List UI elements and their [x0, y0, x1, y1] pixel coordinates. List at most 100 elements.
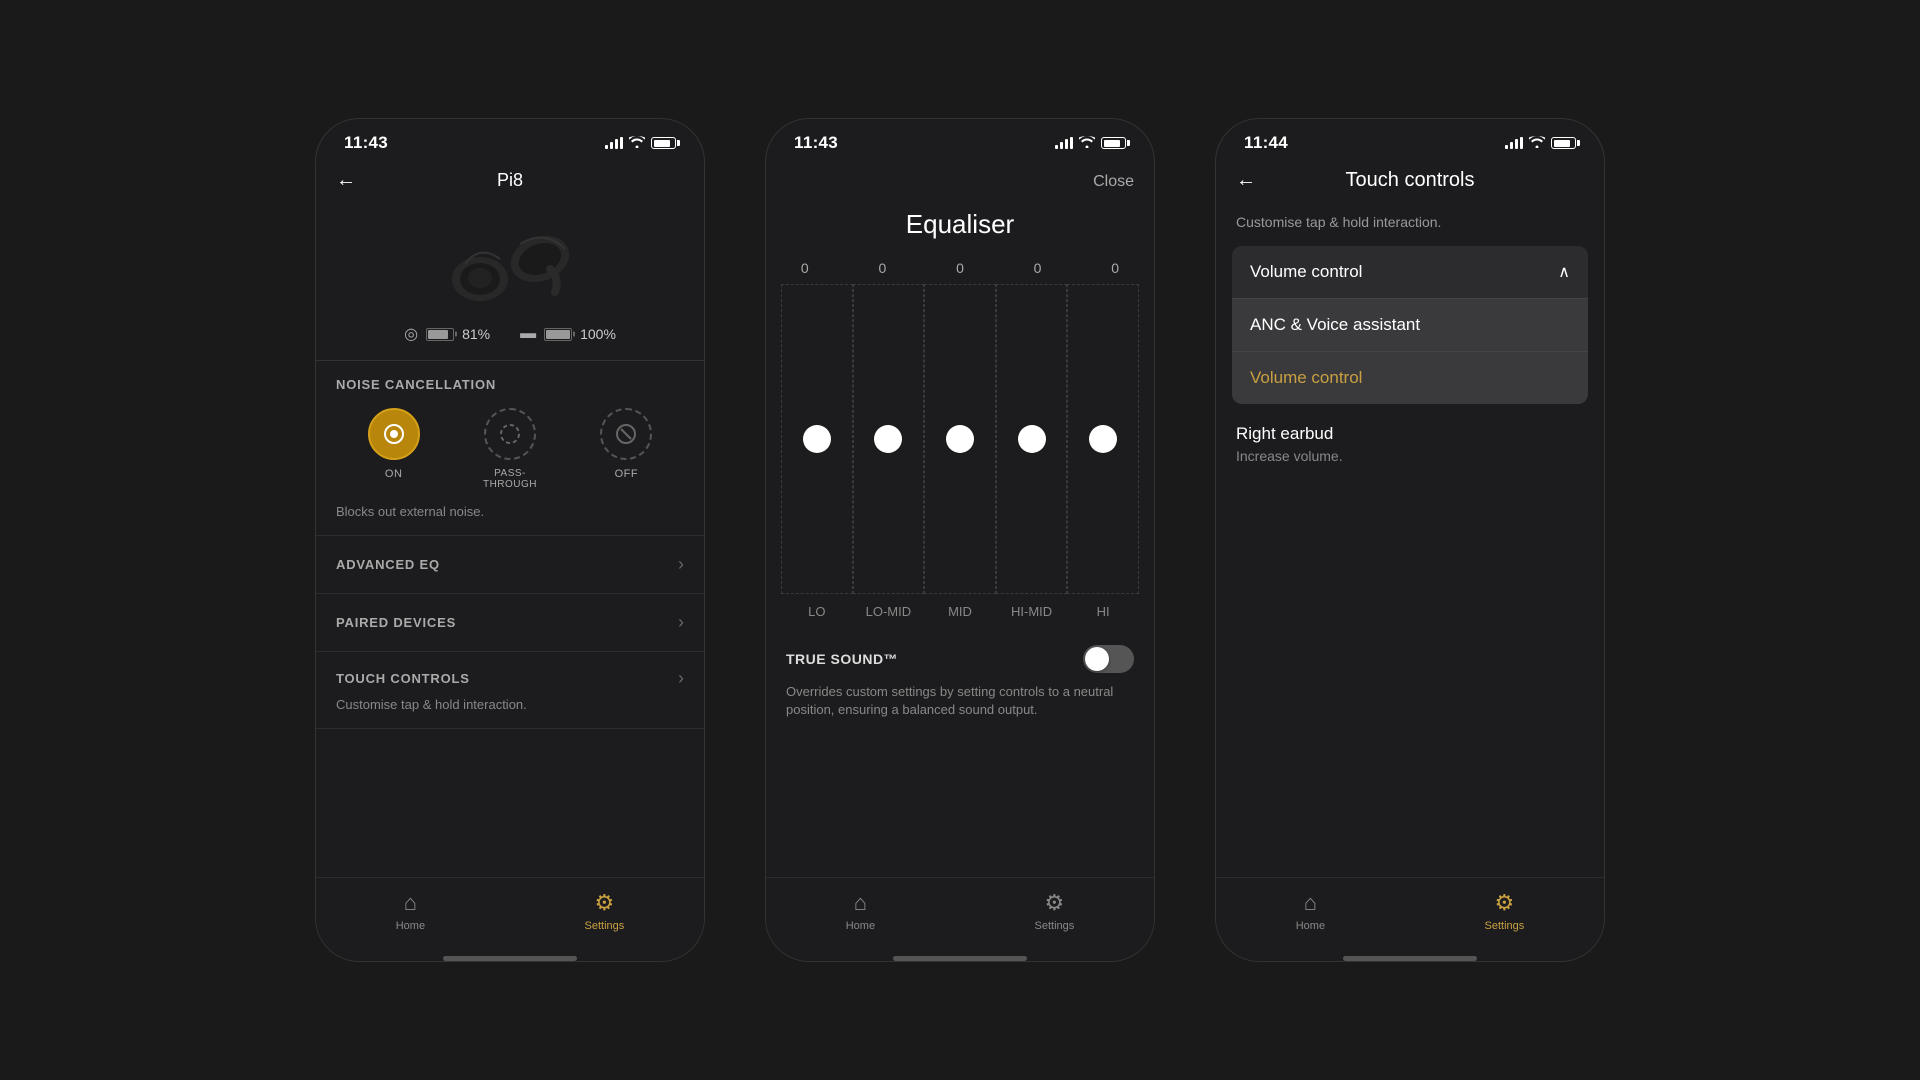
eq-handle-himid[interactable]: [1018, 425, 1046, 453]
tc-page-title: Touch controls: [1272, 169, 1548, 192]
toggle-knob: [1085, 647, 1109, 671]
eq-val-mid: 0: [935, 260, 985, 276]
home-icon-2: ⌂: [854, 890, 867, 916]
phone3-content: ← Touch controls Customise tap & hold in…: [1216, 161, 1604, 961]
nc-description: Blocks out external noise.: [336, 504, 684, 519]
eq-handle-lomid[interactable]: [874, 425, 902, 453]
phones-container: 11:43 ←: [0, 0, 1920, 1080]
touch-controls-desc: Customise tap & hold interaction.: [336, 697, 684, 712]
eq-grid: [781, 284, 1139, 594]
phone-2: 11:43 Clo: [765, 118, 1155, 962]
earbud-battery-bar: [426, 328, 454, 341]
touch-controls-row[interactable]: TOUCH CONTROLS › Customise tap & hold in…: [316, 652, 704, 729]
wifi-icon-3: [1529, 135, 1545, 151]
dropdown-selected-text: Volume control: [1250, 262, 1362, 282]
case-icon: ▬: [520, 325, 536, 343]
case-battery-bar: [544, 328, 572, 341]
eq-handle-mid[interactable]: [946, 425, 974, 453]
eq-col-himid: [996, 284, 1068, 594]
eq-col-hi: [1067, 284, 1139, 594]
earbuds-image: [316, 204, 704, 324]
eq-values-row: 0 0 0 0 0: [766, 260, 1154, 276]
phone2-content: Close Equaliser 0 0 0 0 0: [766, 161, 1154, 961]
status-bar-1: 11:43: [316, 119, 704, 161]
dropdown-option-volume[interactable]: Volume control: [1232, 352, 1588, 404]
wifi-icon-1: [629, 135, 645, 151]
settings-icon-3: ⚙: [1495, 890, 1515, 916]
paired-devices-chevron: ›: [678, 612, 684, 633]
home-label-3: Home: [1296, 920, 1325, 932]
phone1-content: ← Pi8: [316, 161, 704, 961]
dropdown-chevron-up: ∧: [1558, 262, 1570, 282]
bottom-nav-1: ⌂ Home ⚙ Settings: [316, 877, 704, 952]
earbud-battery: ◎ 81%: [404, 324, 490, 344]
nav-home-2[interactable]: ⌂ Home: [846, 890, 875, 932]
battery-icon-1: [651, 137, 676, 149]
eq-label-himid: HI-MID: [1007, 604, 1057, 619]
eq-col-lomid: [853, 284, 925, 594]
close-button[interactable]: Close: [1093, 173, 1134, 191]
eq-col-mid: [924, 284, 996, 594]
settings-label-1: Settings: [585, 920, 625, 932]
nc-on-icon: [368, 408, 420, 460]
dropdown-option-anc[interactable]: ANC & Voice assistant: [1232, 299, 1588, 352]
true-sound-row: TRUE SOUND™: [786, 645, 1134, 673]
home-label-1: Home: [396, 920, 425, 932]
nc-pass-icon: [484, 408, 536, 460]
true-sound-section: TRUE SOUND™ Overrides custom settings by…: [766, 629, 1154, 735]
nc-option-on[interactable]: ON: [368, 408, 420, 490]
earbud-icon: ◎: [404, 324, 418, 344]
eq-title: Equaliser: [766, 199, 1154, 260]
battery-icon-2: [1101, 137, 1126, 149]
nav-settings-2[interactable]: ⚙ Settings: [1035, 890, 1075, 932]
home-indicator-1: [443, 956, 577, 961]
wifi-icon-2: [1079, 135, 1095, 151]
status-icons-1: [605, 135, 676, 151]
signal-icon-1: [605, 137, 623, 149]
tc-subtitle: Customise tap & hold interaction.: [1216, 206, 1604, 246]
advanced-eq-chevron: ›: [678, 554, 684, 575]
nav-home-1[interactable]: ⌂ Home: [396, 890, 425, 932]
eq-handle-hi[interactable]: [1089, 425, 1117, 453]
nav-settings-1[interactable]: ⚙ Settings: [585, 890, 625, 932]
phone-3: 11:44 ←: [1215, 118, 1605, 962]
case-battery: ▬ 100%: [520, 324, 616, 344]
settings-icon-2: ⚙: [1045, 890, 1065, 916]
advanced-eq-row[interactable]: ADVANCED EQ ›: [316, 536, 704, 594]
touch-controls-chevron: ›: [678, 668, 684, 689]
dropdown-options: ANC & Voice assistant Volume control: [1232, 298, 1588, 404]
home-indicator-3: [1343, 956, 1477, 961]
settings-label-3: Settings: [1485, 920, 1525, 932]
true-sound-toggle[interactable]: [1083, 645, 1134, 673]
nc-options: ON PASS-THROUGH: [336, 408, 684, 490]
touch-controls-label: TOUCH CONTROLS: [336, 671, 470, 686]
back-button-1[interactable]: ←: [336, 169, 356, 192]
earbud-battery-pct: 81%: [462, 326, 490, 342]
paired-devices-row[interactable]: PAIRED DEVICES ›: [316, 594, 704, 652]
eq-val-lomid: 0: [857, 260, 907, 276]
phone1-header: ← Pi8: [316, 161, 704, 204]
earbuds-svg: [425, 214, 595, 309]
eq-label-lomid: LO-MID: [863, 604, 913, 619]
nc-pass-label: PASS-THROUGH: [483, 468, 537, 490]
home-icon-3: ⌂: [1304, 890, 1317, 916]
bottom-nav-3: ⌂ Home ⚙ Settings: [1216, 877, 1604, 952]
eq-label-lo: LO: [792, 604, 842, 619]
eq-labels-row: LO LO-MID MID HI-MID HI: [781, 604, 1139, 619]
dropdown-selected[interactable]: Volume control ∧: [1232, 246, 1588, 298]
eq-handle-lo[interactable]: [803, 425, 831, 453]
nc-option-passthrough[interactable]: PASS-THROUGH: [483, 408, 537, 490]
eq-val-lo: 0: [780, 260, 830, 276]
bottom-nav-2: ⌂ Home ⚙ Settings: [766, 877, 1154, 952]
nav-home-3[interactable]: ⌂ Home: [1296, 890, 1325, 932]
back-button-3[interactable]: ←: [1236, 169, 1256, 192]
right-earbud-section: Right earbud Increase volume.: [1216, 404, 1604, 472]
eq-chart-area: LO LO-MID MID HI-MID HI: [766, 284, 1154, 619]
nc-option-off[interactable]: OFF: [600, 408, 652, 490]
advanced-eq-label: ADVANCED EQ: [336, 557, 440, 572]
status-bar-2: 11:43: [766, 119, 1154, 161]
dropdown-container: Volume control ∧ ANC & Voice assistant V…: [1232, 246, 1588, 404]
phone-1: 11:43 ←: [315, 118, 705, 962]
nav-settings-3[interactable]: ⚙ Settings: [1485, 890, 1525, 932]
status-bar-3: 11:44: [1216, 119, 1604, 161]
